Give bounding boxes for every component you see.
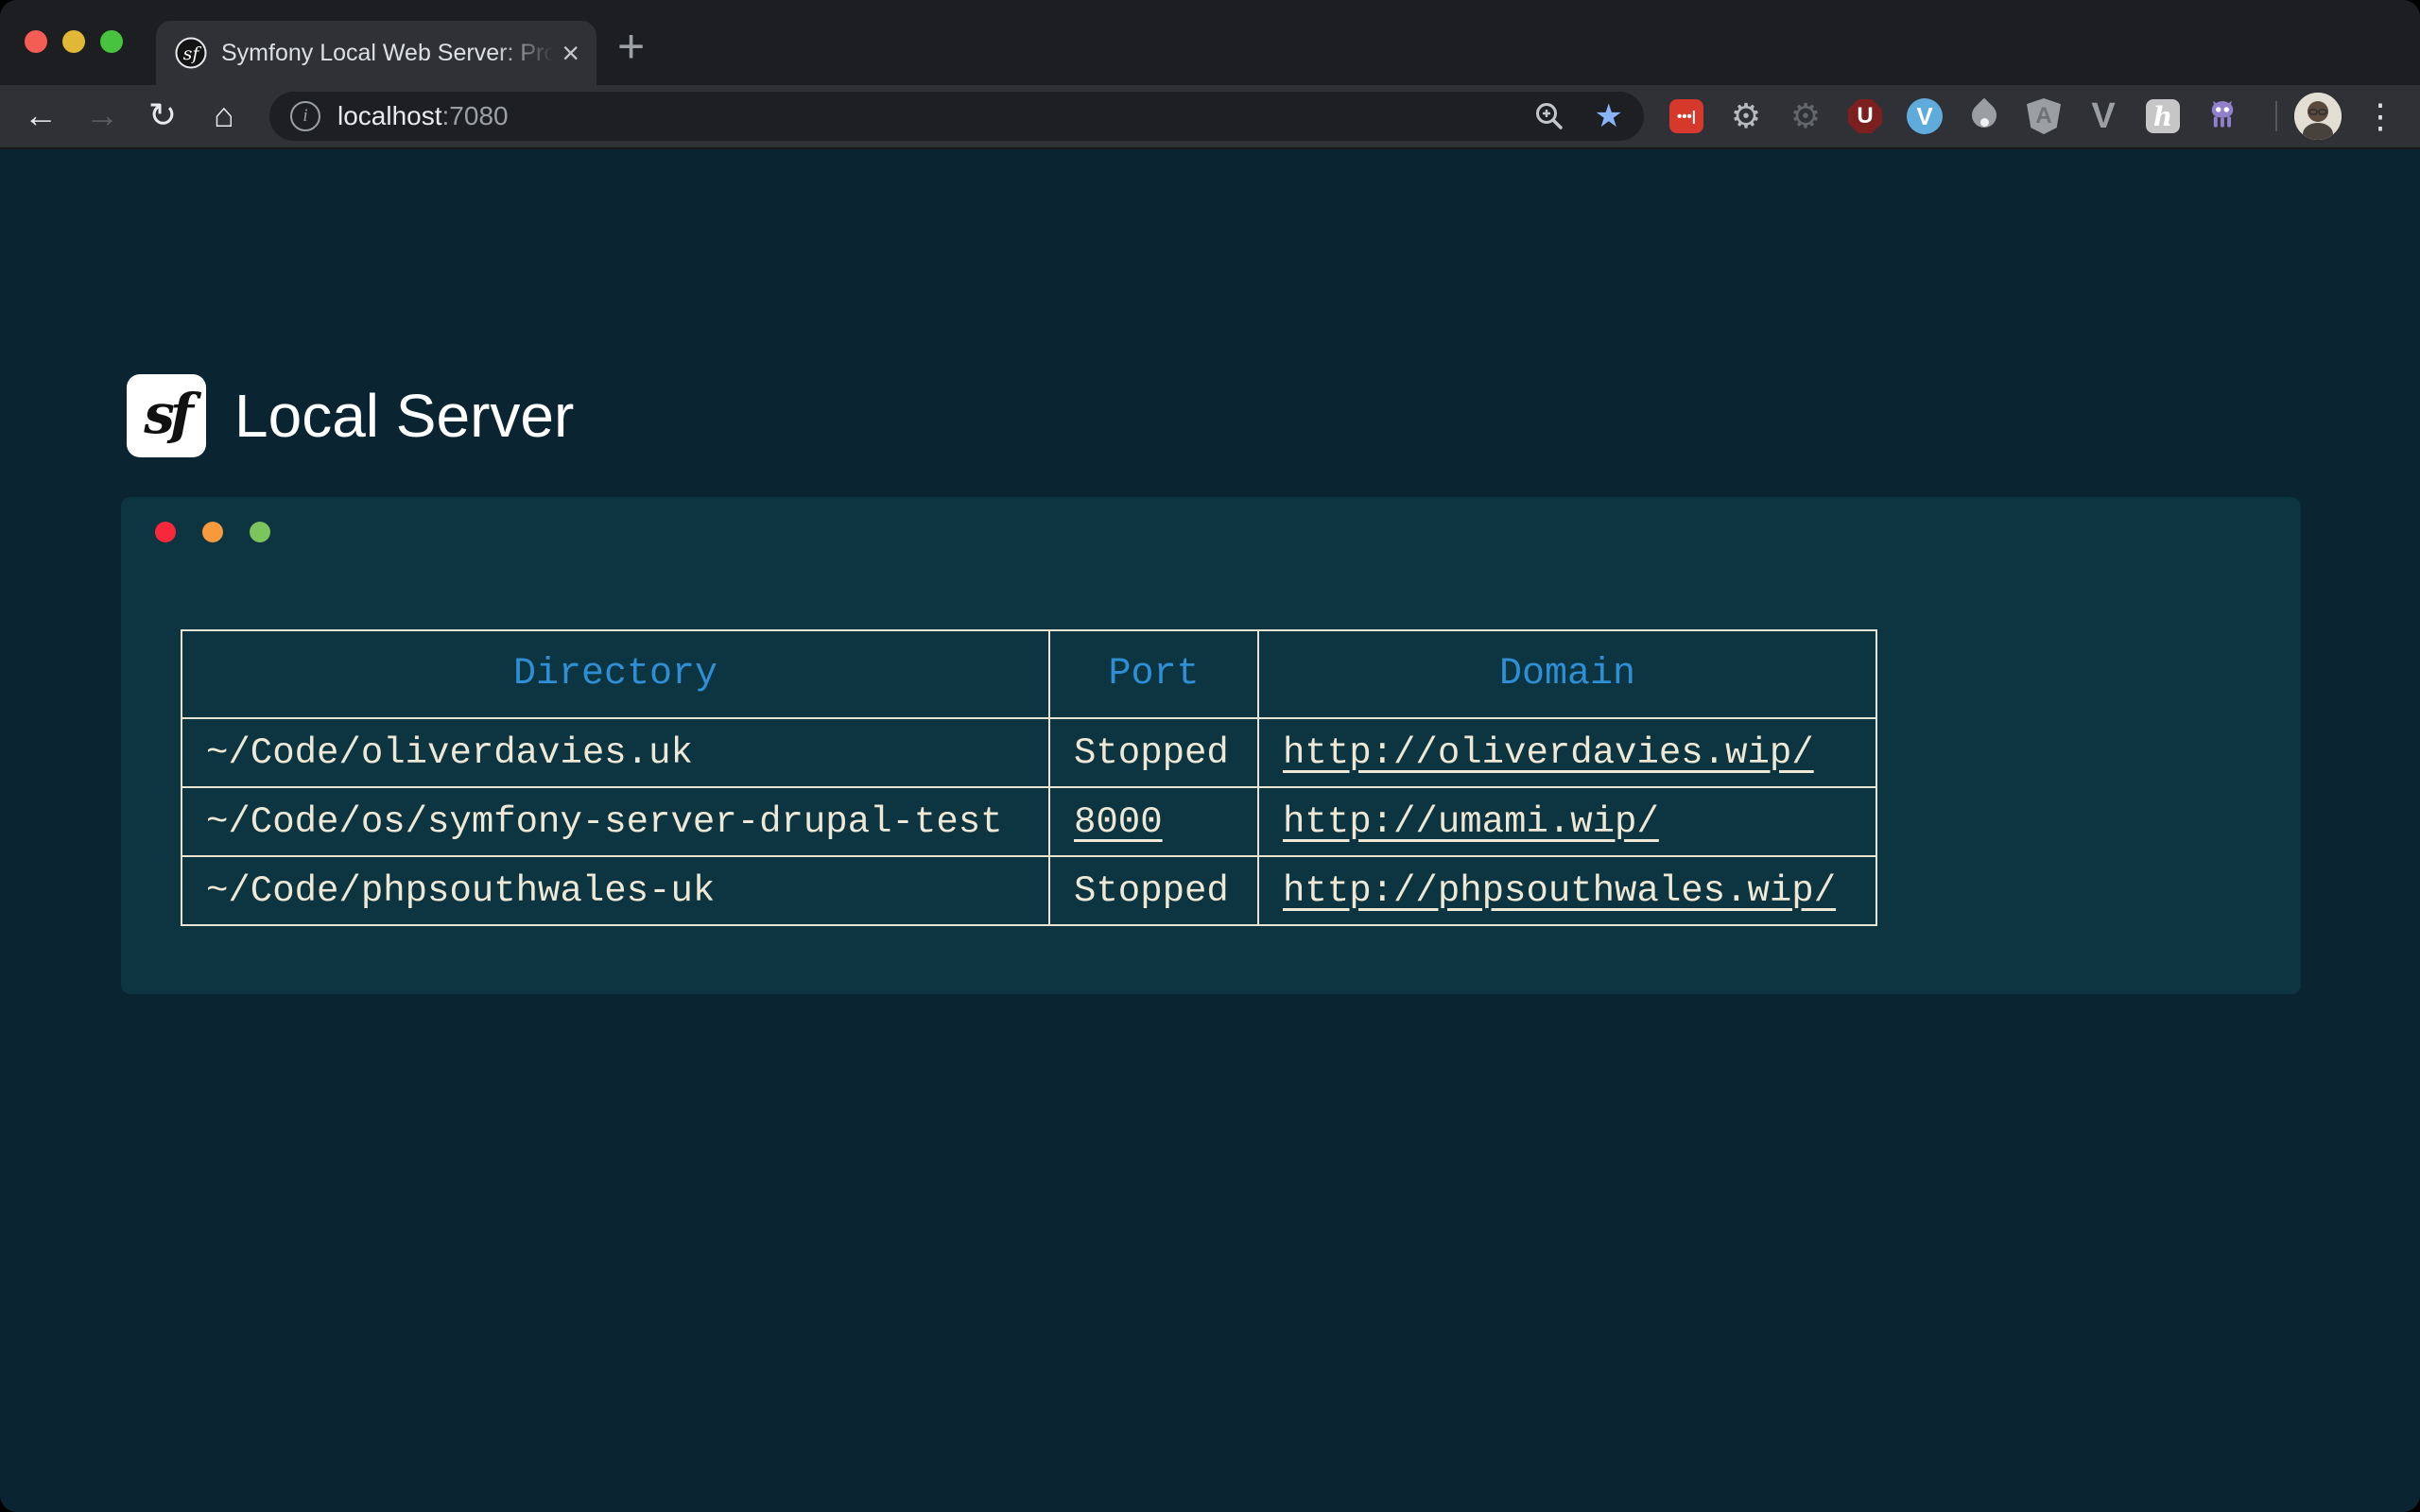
reload-button-icon[interactable]: ↻ [139,85,186,146]
port-cell: 8000 [1049,787,1258,856]
server-panel: Directory Port Domain ~/Code/oliverdavie… [121,497,2301,994]
symfony-logo-icon: sf [127,374,206,457]
directory-cell: ~/Code/phpsouthwales-uk [182,856,1049,925]
bookmark-star-icon[interactable]: ★ [1595,100,1623,132]
gear-disabled-icon[interactable]: ⚙ [1787,97,1824,135]
window-close-button[interactable] [25,30,47,53]
panel-dot-red [155,522,176,542]
vimium-icon[interactable]: V [1906,97,1944,135]
octotree-github-icon[interactable] [2204,97,2241,135]
browser-toolbar: ← → ↻ ⌂ i localhost:7080 ★ •••|⚙⚙UVAVh [0,85,2420,149]
table-row: ~/Code/phpsouthwales-ukStopped http://php… [182,856,1876,925]
brand-header: sf Local Server [127,374,574,457]
back-button-icon[interactable]: ← [17,85,64,146]
tab-title: Symfony Local Web Server: Prox [221,40,554,67]
address-bar[interactable]: i localhost:7080 ★ [269,92,1644,141]
toolbar-separator [2275,101,2277,131]
url-text: localhost:7080 [337,101,509,131]
panel-traffic-dots [155,522,270,542]
window-zoom-button[interactable] [100,30,123,53]
extensions-bar: •••|⚙⚙UVAVh [1668,97,2241,135]
panel-dot-orange [202,522,223,542]
browser-tab[interactable]: sf Symfony Local Web Server: Prox × [156,21,596,85]
settings-gear-icon[interactable]: ⚙ [1727,97,1765,135]
domain-link[interactable]: http://oliverdavies.wip/ [1283,732,1814,774]
domain-cell: http://phpsouthwales.wip/ [1258,856,1876,925]
h-extension-icon[interactable]: h [2144,97,2182,135]
port-link[interactable]: 8000 [1074,801,1163,843]
browser-window: sf Symfony Local Web Server: Prox × + ← … [0,0,2420,1512]
profile-avatar[interactable] [2294,93,2342,140]
ublock-origin-icon[interactable]: U [1846,97,1884,135]
table-row: ~/Code/os/symfony-server-drupal-test 8000… [182,787,1876,856]
tab-strip: sf Symfony Local Web Server: Prox × + [0,0,2420,85]
page-title: Local Server [234,381,574,451]
url-port: :7080 [442,101,509,130]
window-minimize-button[interactable] [62,30,85,53]
browser-menu-icon[interactable]: ⋮ [2361,97,2399,135]
forward-button-icon: → [78,85,126,146]
vue-icon[interactable]: V [2084,97,2122,135]
domain-link[interactable]: http://umami.wip/ [1283,801,1659,843]
column-header-directory: Directory [182,630,1049,718]
directory-cell: ~/Code/oliverdavies.uk [182,718,1049,787]
window-controls [25,30,123,53]
page-info-icon[interactable]: i [290,101,320,131]
panel-dot-green [250,522,270,542]
domain-link[interactable]: http://phpsouthwales.wip/ [1283,870,1836,912]
table-row: ~/Code/oliverdavies.ukStopped http://oliv… [182,718,1876,787]
svg-text:sf: sf [183,43,202,64]
lastpass-icon[interactable]: •••| [1668,97,1705,135]
zoom-indicator-icon[interactable] [1532,99,1566,133]
domain-cell: http://umami.wip/ [1258,787,1876,856]
angular-icon[interactable]: A [2025,97,2063,135]
servers-table: Directory Port Domain ~/Code/oliverdavie… [181,629,1877,926]
new-tab-button[interactable]: + [617,25,645,68]
home-button-icon[interactable]: ⌂ [200,85,248,146]
port-cell: Stopped [1049,856,1258,925]
url-host: localhost [337,101,442,130]
symfony-favicon-icon: sf [175,37,207,69]
column-header-port: Port [1049,630,1258,718]
page-content: sf Local Server Directory Port Domain ~/… [0,149,2420,1512]
drupal-icon[interactable] [1965,97,2003,135]
column-header-domain: Domain [1258,630,1876,718]
tab-close-icon[interactable]: × [562,38,579,68]
table-header-row: Directory Port Domain [182,630,1876,718]
port-cell: Stopped [1049,718,1258,787]
directory-cell: ~/Code/os/symfony-server-drupal-test [182,787,1049,856]
domain-cell: http://oliverdavies.wip/ [1258,718,1876,787]
